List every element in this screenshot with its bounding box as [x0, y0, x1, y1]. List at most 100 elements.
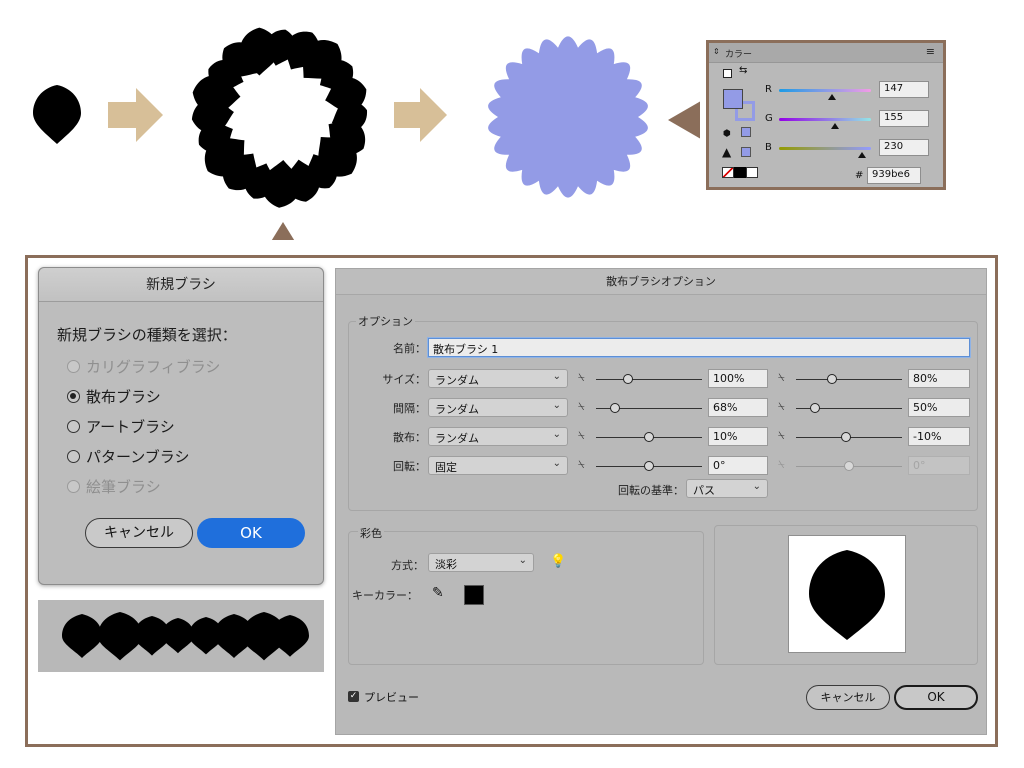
max-value-field[interactable]: 50% [908, 398, 970, 417]
chevron-down-icon: ⌄ [518, 555, 527, 566]
b-slider-thumb[interactable] [857, 152, 866, 158]
radio-label: 散布ブラシ [86, 388, 161, 406]
min-slider-knob[interactable] [622, 374, 633, 384]
b-value-field[interactable]: 230 [879, 139, 929, 156]
websafe-swatch[interactable] [741, 127, 751, 137]
max-value-field[interactable]: -10% [908, 427, 970, 446]
swap-colors-icon[interactable]: ⇆ [739, 65, 747, 76]
b-label: B [765, 142, 772, 153]
method-select[interactable]: 淡彩 ⌄ [428, 553, 534, 572]
scatter-brush-options-dialog: 散布ブラシオプション オプション 名前： 散布ブラシ 1 サイズ： ランダム ⌄… [335, 268, 987, 735]
g-value-field[interactable]: 155 [879, 110, 929, 127]
scatter-dialog-title: 散布ブラシオプション [336, 269, 986, 295]
min-value-field[interactable]: 0° [708, 456, 768, 475]
none-swatch[interactable] [722, 167, 734, 178]
radio-label: 絵筆ブラシ [86, 478, 161, 496]
pressure-icon: ⍀ [778, 429, 785, 442]
chevron-down-icon: ⌄ [552, 429, 561, 440]
max-slider-knob[interactable] [840, 432, 851, 442]
min-value-field[interactable]: 68% [708, 398, 768, 417]
colored-flower-shape [488, 36, 648, 198]
row-label: 散布： [393, 431, 426, 444]
key-color-swatch[interactable] [464, 585, 484, 605]
chevron-down-icon: ⌄ [552, 371, 561, 382]
radio-circle-icon[interactable] [67, 420, 80, 433]
new-brush-prompt: 新規ブラシの種類を選択： [57, 326, 237, 344]
rotation-basis-select[interactable]: パス ⌄ [686, 479, 768, 498]
b-slider[interactable] [779, 147, 871, 150]
black-swatch[interactable] [734, 167, 746, 178]
pointer-triangle [668, 101, 700, 139]
key-color-label: キーカラー： [352, 589, 418, 602]
rotation-basis-label: 回転の基準： [618, 484, 684, 497]
white-swatch[interactable] [746, 167, 758, 178]
chevron-down-icon: ⌄ [552, 400, 561, 411]
min-slider-knob[interactable] [644, 432, 654, 442]
r-label: R [765, 84, 772, 95]
max-value-field: 0° [908, 456, 970, 475]
max-value-field[interactable]: 80% [908, 369, 970, 388]
hex-prefix: # [855, 170, 864, 181]
warning-icon: ▲ [722, 145, 732, 159]
default-colors-icon[interactable] [723, 69, 732, 78]
hamburger-menu-icon[interactable]: ≡ [926, 45, 935, 58]
method-label: 方式： [391, 559, 424, 572]
select-value: 固定 [435, 461, 457, 474]
brush-shape-icon [33, 85, 81, 144]
name-label: 名前： [393, 342, 426, 355]
r-slider-thumb[interactable] [827, 94, 836, 100]
name-input[interactable]: 散布ブラシ 1 [428, 338, 970, 357]
mode-select[interactable]: 固定 ⌄ [428, 456, 568, 475]
row-label: 回転： [393, 460, 426, 473]
cancel-button[interactable]: キャンセル [85, 518, 193, 548]
diagram-shapes [33, 27, 700, 240]
pressure-icon: ⍀ [578, 400, 585, 413]
mode-select[interactable]: ランダム ⌄ [428, 427, 568, 446]
radio-circle-icon [67, 360, 80, 373]
arrow-right-icon [108, 88, 163, 142]
brush-stroke-leaf [62, 614, 102, 658]
hex-value-field[interactable]: 939be6 [867, 167, 921, 184]
ok-button[interactable]: OK [197, 518, 305, 548]
pointer-triangle [271, 222, 295, 240]
radio-selected-icon[interactable] [67, 390, 80, 403]
double-triangle-icon[interactable]: ⇕ [713, 47, 720, 56]
eyedropper-icon[interactable]: ✎ [432, 585, 444, 601]
preview-checkbox[interactable]: ✓ [348, 691, 359, 702]
r-value-field[interactable]: 147 [879, 81, 929, 98]
radio-bristle-brush: 絵筆ブラシ [67, 476, 161, 497]
max-slider-knob[interactable] [827, 374, 838, 384]
new-brush-title: 新規ブラシ [39, 268, 323, 302]
lightbulb-icon[interactable]: 💡 [550, 554, 566, 569]
radio-scatter-brush[interactable]: 散布ブラシ [67, 386, 161, 407]
radio-pattern-brush[interactable]: パターンブラシ [67, 446, 190, 467]
min-slider-track[interactable] [596, 379, 702, 380]
min-value-field[interactable]: 100% [708, 369, 768, 388]
max-slider-track[interactable] [796, 379, 902, 380]
max-slider-knob [844, 461, 854, 471]
fill-swatch[interactable] [723, 89, 743, 109]
brush-stroke-preview [38, 600, 324, 672]
chevron-down-icon: ⌄ [752, 481, 761, 492]
g-slider[interactable] [779, 118, 871, 121]
r-slider[interactable] [779, 89, 871, 92]
mode-select[interactable]: ランダム ⌄ [428, 369, 568, 388]
select-value: ランダム [435, 432, 479, 445]
g-slider-thumb[interactable] [830, 123, 839, 129]
ok-button[interactable]: OK [894, 685, 978, 710]
row-label: サイズ： [382, 373, 426, 386]
cancel-button[interactable]: キャンセル [806, 685, 890, 710]
new-brush-dialog: 新規ブラシ 新規ブラシの種類を選択： カリグラフィブラシ 散布ブラシ アートブラ… [38, 267, 324, 585]
pressure-icon: ⍀ [778, 371, 785, 384]
mode-select[interactable]: ランダム ⌄ [428, 398, 568, 417]
min-slider-knob[interactable] [644, 461, 654, 471]
radio-art-brush[interactable]: アートブラシ [67, 416, 175, 437]
radio-calligraphic-brush: カリグラフィブラシ [67, 356, 220, 377]
gamut-swatch[interactable] [741, 147, 751, 157]
options-group-label: オプション [356, 313, 415, 329]
scatter-ring-shape [191, 27, 367, 208]
radio-circle-icon[interactable] [67, 450, 80, 463]
g-label: G [765, 113, 773, 124]
pressure-icon: ⍀ [578, 429, 585, 442]
min-value-field[interactable]: 10% [708, 427, 768, 446]
